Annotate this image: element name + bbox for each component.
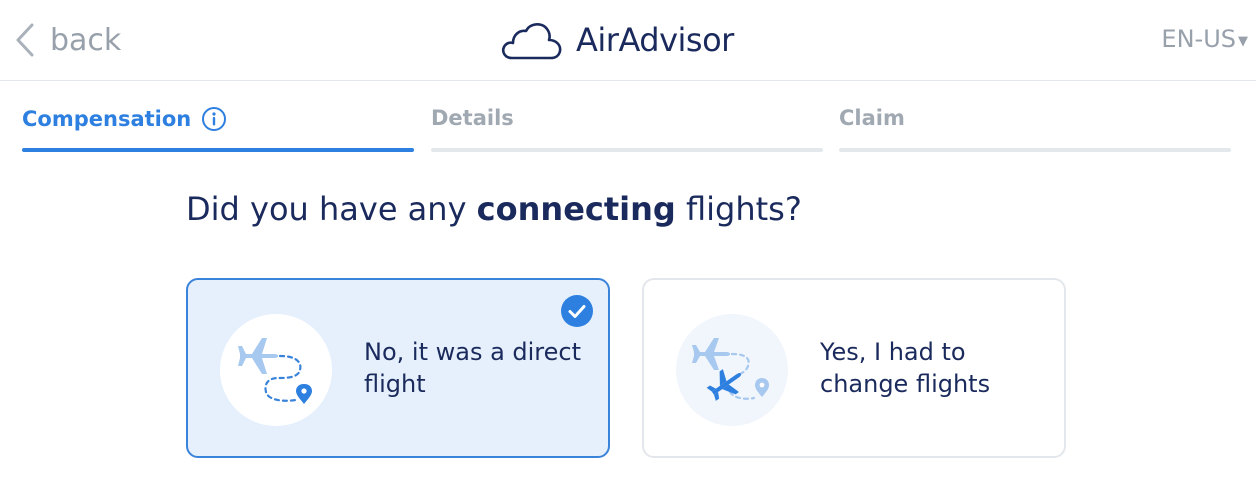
question-heading: Did you have any connecting flights? <box>186 190 802 228</box>
step-progress-bar <box>431 148 823 152</box>
option-label: Yes, I had to change flights <box>820 338 991 398</box>
step-label: Claim <box>839 106 905 130</box>
progress-steps: Compensation Details Claim <box>22 104 1232 154</box>
question-emphasis: connecting <box>476 190 676 228</box>
option-illustration <box>220 314 332 426</box>
top-header: back AirAdvisor EN-US ▼ <box>0 0 1256 81</box>
step-label: Compensation <box>22 107 192 131</box>
caret-down-icon: ▼ <box>1238 33 1248 49</box>
checkmark-icon <box>561 295 593 327</box>
option-illustration <box>676 314 788 426</box>
option-connecting-flights[interactable]: Yes, I had to change flights <box>642 278 1066 458</box>
connecting-flights-icon <box>692 338 769 401</box>
step-details[interactable]: Details <box>431 104 823 154</box>
option-label: No, it was a direct flight <box>364 338 582 398</box>
back-label: back <box>50 22 122 58</box>
back-button[interactable]: back <box>14 20 121 60</box>
question-prefix: Did you have any <box>186 190 477 228</box>
step-label: Details <box>431 106 514 130</box>
language-selector[interactable]: EN-US ▼ <box>1161 22 1248 56</box>
step-progress-bar <box>839 148 1231 152</box>
brand-name: AirAdvisor <box>576 21 734 59</box>
step-progress-bar <box>22 148 414 152</box>
brand-logo[interactable]: AirAdvisor <box>500 14 734 66</box>
info-icon[interactable] <box>201 106 227 132</box>
step-compensation[interactable]: Compensation <box>22 104 414 154</box>
question-suffix: flights? <box>675 190 802 228</box>
cloud-icon <box>501 23 562 60</box>
language-label: EN-US <box>1161 25 1236 53</box>
step-claim[interactable]: Claim <box>839 104 1231 154</box>
option-direct-flight[interactable]: No, it was a direct flight <box>186 278 610 458</box>
chevron-left-icon <box>16 23 34 57</box>
direct-flight-icon <box>238 338 312 404</box>
